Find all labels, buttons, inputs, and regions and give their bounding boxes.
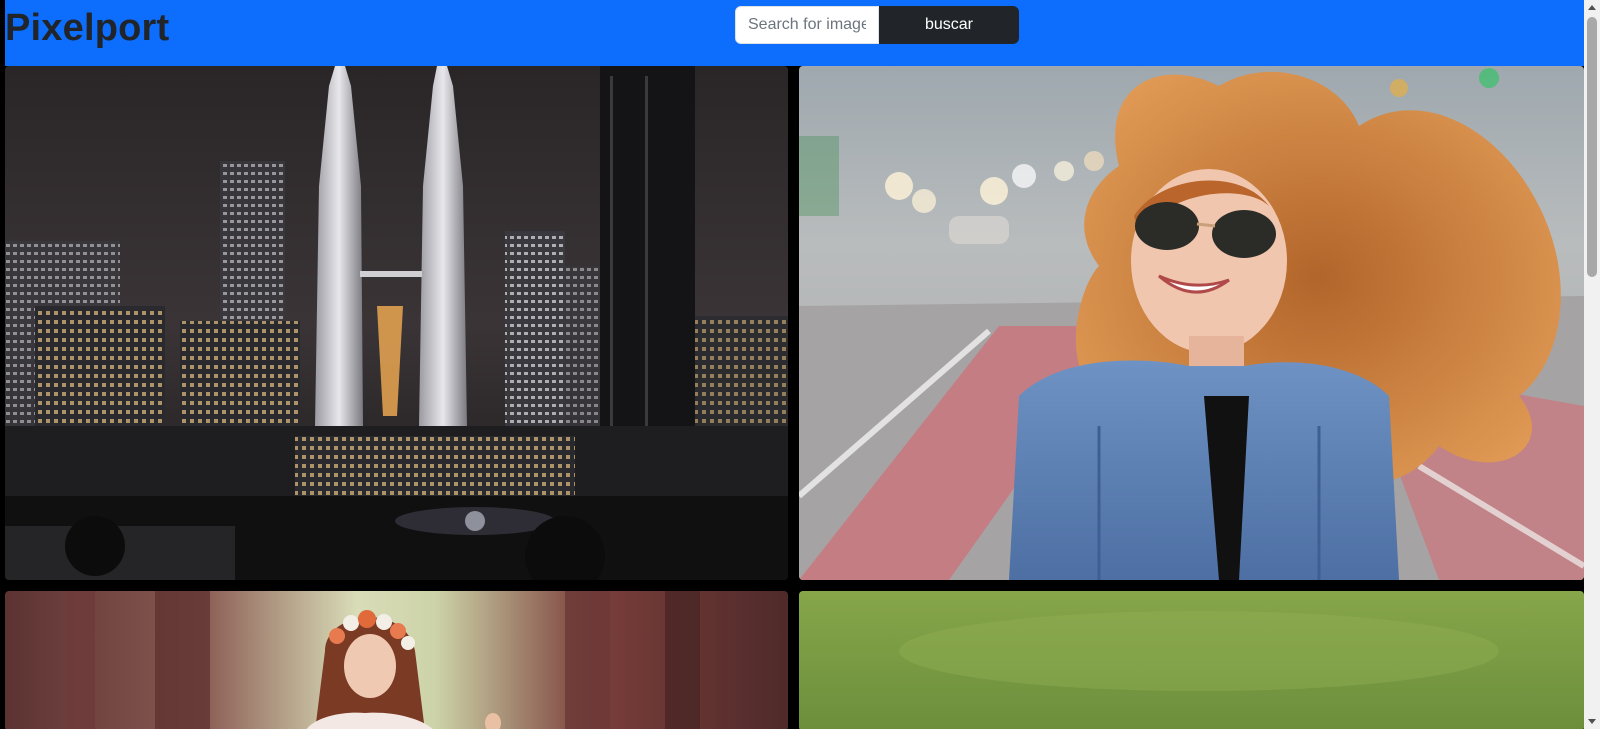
scroll-thumb[interactable] (1587, 17, 1597, 277)
image-card-green-grass[interactable] (799, 591, 1584, 729)
search-button[interactable]: buscar (879, 6, 1019, 44)
green-grass-image (799, 591, 1584, 729)
woman-sunglasses-image (799, 66, 1584, 580)
image-card-woman-sunglasses[interactable] (799, 66, 1584, 580)
page-scrollbar[interactable] (1584, 0, 1600, 729)
city-skyline-image (5, 66, 788, 580)
scroll-down-icon[interactable] (1588, 719, 1596, 724)
flower-crown-image (5, 591, 788, 729)
search-form: buscar (735, 6, 1019, 44)
navbar: Pixelport buscar (5, 0, 1584, 66)
scroll-up-icon[interactable] (1588, 5, 1596, 10)
image-card-city-skyline[interactable] (5, 66, 788, 580)
image-card-flower-crown[interactable] (5, 591, 788, 729)
brand-logo[interactable]: Pixelport (5, 4, 169, 52)
search-input[interactable] (735, 6, 879, 44)
page: Pixelport buscar (0, 0, 1584, 729)
